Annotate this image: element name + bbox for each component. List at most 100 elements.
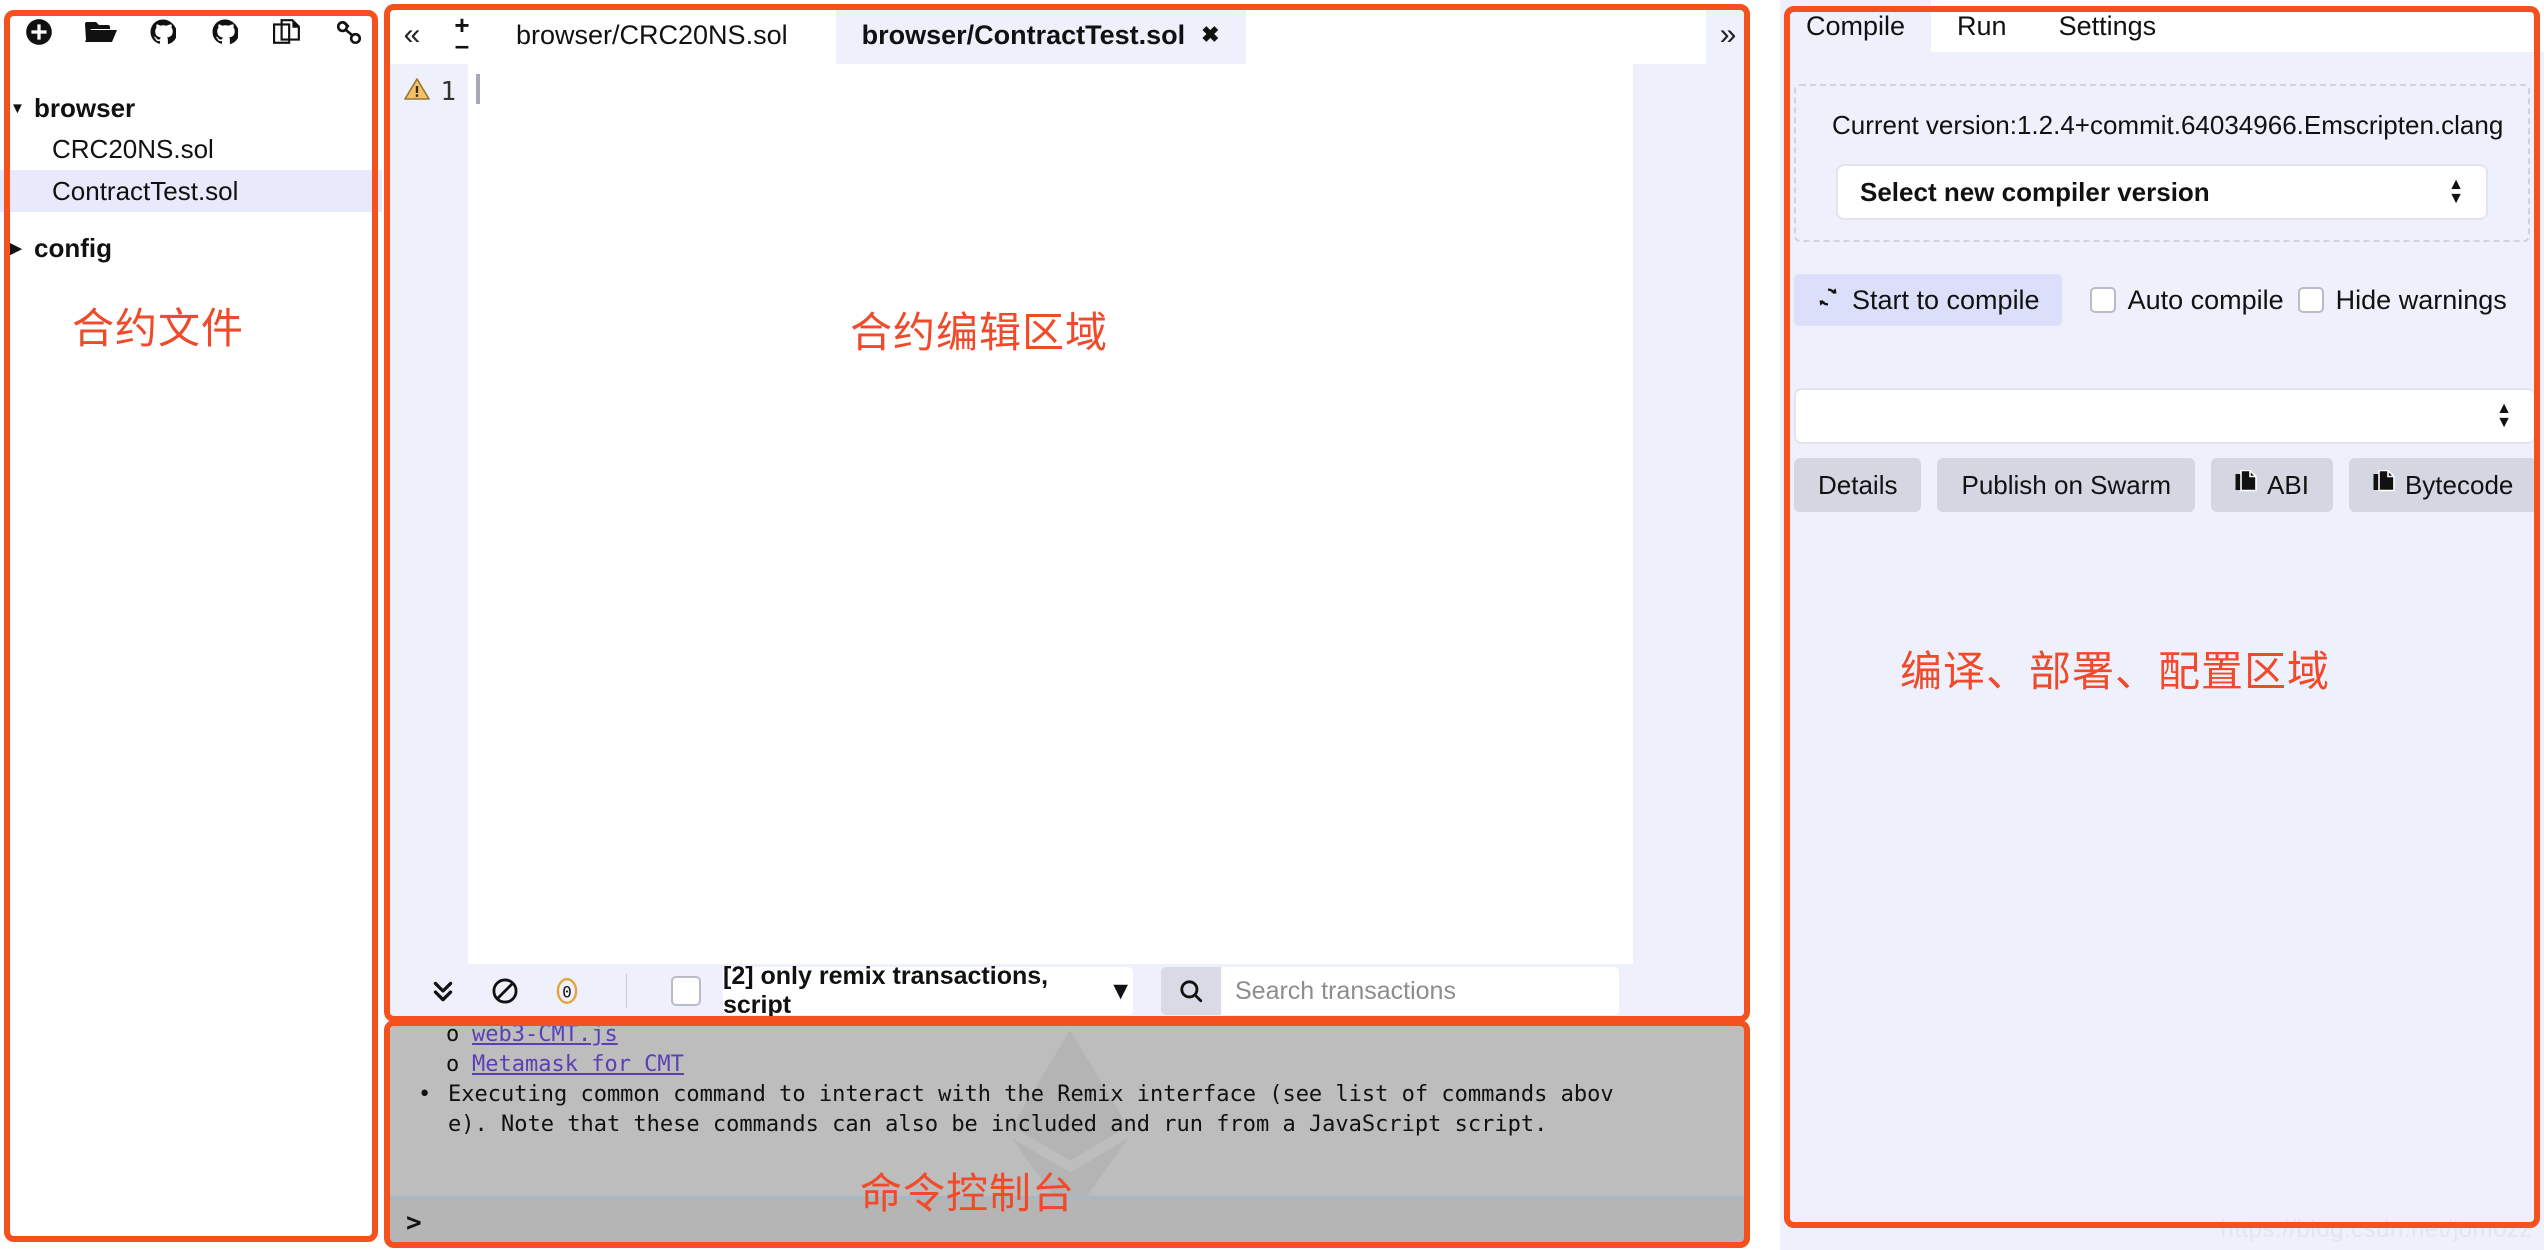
svg-text:0: 0 [562, 982, 572, 1001]
auto-compile-checkbox[interactable] [2089, 287, 2116, 313]
tab-gap [813, 6, 836, 64]
details-button-label: Details [1818, 469, 1898, 500]
gutter-line-1[interactable]: 1 [390, 74, 468, 110]
editor-tab-crc20ns[interactable]: browser/CRC20NS.sol [490, 6, 814, 64]
refresh-icon [1816, 285, 1840, 316]
hide-warnings-label: Hide warnings [2335, 284, 2507, 315]
transactions-filter-select[interactable]: [2] only remix transactions, script ▼ [723, 962, 1133, 1018]
search-icon[interactable] [1161, 967, 1221, 1015]
terminal-line-4: e). Note that these commands can also be… [408, 1110, 1732, 1140]
transactions-search [1161, 967, 1619, 1015]
spinner-arrows-icon: ▲ ▼ [2448, 176, 2464, 207]
file-explorer-toolbar [0, 8, 382, 56]
annotation-file-area: 合约文件 [72, 304, 245, 353]
terminal-line-3: • Executing common command to interact wi… [408, 1080, 1732, 1110]
warning-icon[interactable] [404, 77, 431, 108]
editor-gutter: 1 [390, 64, 468, 964]
list-marker: • [418, 1082, 432, 1107]
auto-compile-label: Auto compile [2127, 284, 2284, 315]
compile-panel: Compile Run Settings Current version:1.2… [1780, 0, 2544, 1250]
code-editor[interactable]: 1 合约编辑区域 [390, 64, 1750, 964]
toolbar-divider [626, 974, 627, 1008]
chevron-down-icon: ▼ [10, 99, 25, 117]
tree-node-browser-label: browser [34, 92, 136, 123]
hide-warnings-checkbox[interactable] [2297, 287, 2324, 313]
clear-console-icon[interactable] [474, 968, 536, 1014]
transactions-toolbar: 0 [2] only remix transactions, script ▼ [390, 962, 1750, 1018]
editor-right-pad [1633, 64, 1750, 964]
copy-icon [2373, 469, 2395, 501]
list-marker: o [446, 1024, 460, 1047]
font-size-controls[interactable]: + – [434, 6, 490, 64]
gutter-line-number: 1 [440, 77, 456, 107]
bytecode-button-label: Bytecode [2404, 469, 2514, 500]
auto-compile-toggle[interactable]: Auto compile [2089, 284, 2284, 316]
spinner-arrows-icon: ▲ ▼ [2496, 400, 2512, 431]
right-panel-tabbar: Compile Run Settings [1780, 0, 2544, 52]
list-marker: o [446, 1052, 460, 1077]
tree-node-browser[interactable]: ▼ browser [0, 88, 382, 128]
transactions-filter-checkbox[interactable] [671, 976, 701, 1006]
terminal-link-web3[interactable]: web3-CMT.js [472, 1024, 618, 1047]
tree-file-crc20ns[interactable]: CRC20NS.sol [0, 128, 382, 170]
publish-on-swarm-label: Publish on Swarm [1961, 469, 2172, 500]
editor-tab-contracttest-label: browser/ContractTest.sol [861, 19, 1186, 50]
current-version-label: Current version:1.2.4+commit.64034966.Em… [1832, 110, 2504, 140]
code-surface[interactable] [468, 64, 1633, 964]
terminal-link-metamask[interactable]: Metamask for CMT [472, 1052, 684, 1077]
search-input[interactable] [1221, 967, 1619, 1015]
tree-file-contracttest-label: ContractTest.sol [52, 175, 239, 206]
chevron-down-icon: ▼ [1108, 976, 1133, 1005]
tabbar-spacer [1245, 6, 1706, 64]
file-explorer-panel: ▼ browser CRC20NS.sol ContractTest.sol ▶… [0, 0, 382, 1250]
compile-output-buttons: Details Publish on Swarm ABI Bytecode [1794, 456, 2538, 514]
abi-button[interactable]: ABI [2211, 458, 2333, 512]
more-tabs-icon[interactable]: » [1706, 6, 1750, 64]
tab-compile[interactable]: Compile [1780, 0, 1932, 52]
annotation-compile-area: 编译、部署、配置区域 [1900, 647, 2331, 696]
github-publish-icon[interactable] [132, 10, 194, 54]
publish-on-swarm-button[interactable]: Publish on Swarm [1937, 458, 2196, 512]
open-folder-icon[interactable] [70, 10, 132, 54]
terminal-line-1: o Metamask for CMT [408, 1050, 1732, 1080]
contract-select[interactable]: ▲ ▼ [1794, 388, 2536, 444]
bytecode-button[interactable]: Bytecode [2348, 458, 2538, 512]
tree-file-contracttest[interactable]: ContractTest.sol [0, 170, 382, 212]
compiler-version-select[interactable]: Select new compiler version ▲ ▼ [1836, 164, 2488, 220]
file-tree: ▼ browser CRC20NS.sol ContractTest.sol ▶… [0, 88, 382, 268]
terminal-panel[interactable]: o web3-CMT.js o Metamask for CMT • Executin… [390, 1024, 1750, 1246]
compiler-version-select-label: Select new compiler version [1860, 176, 2210, 207]
github-gist-icon[interactable] [194, 10, 256, 54]
collapse-all-icon[interactable] [412, 968, 474, 1014]
text-caret [476, 74, 480, 104]
tab-run-label: Run [1957, 10, 2007, 41]
terminal-line-4-text: e). Note that these commands can also be… [448, 1112, 1548, 1137]
terminal-line-3-text: Executing common command to interact wit… [448, 1082, 1614, 1107]
connect-localhost-icon[interactable] [318, 10, 380, 54]
start-compile-label: Start to compile [1852, 284, 2040, 315]
transactions-filter-label: [2] only remix transactions, script [723, 962, 1049, 1018]
compiler-version-card: Current version:1.2.4+commit.64034966.Em… [1794, 84, 2530, 242]
tab-run[interactable]: Run [1931, 0, 2033, 52]
editor-tab-crc20ns-label: browser/CRC20NS.sol [516, 19, 788, 50]
font-decrease-icon[interactable]: – [455, 32, 469, 58]
editor-tab-contracttest[interactable]: browser/ContractTest.sol ✖ [835, 6, 1246, 64]
editor-panel: « + – browser/CRC20NS.sol browser/Contra… [390, 6, 1750, 1018]
details-button[interactable]: Details [1794, 458, 1922, 512]
tab-settings[interactable]: Settings [2033, 0, 2183, 52]
editor-tabbar: « + – browser/CRC20NS.sol browser/Contra… [390, 6, 1750, 64]
copy-files-icon[interactable] [256, 10, 318, 54]
terminal-line-0: o web3-CMT.js [408, 1024, 1732, 1050]
collapse-panel-icon[interactable]: « [390, 6, 434, 64]
close-icon[interactable]: ✖ [1201, 22, 1219, 48]
create-file-icon[interactable] [8, 10, 70, 54]
hide-warnings-toggle[interactable]: Hide warnings [2297, 284, 2507, 316]
watermark: https://blog.csdn.net/jomozz [2220, 1216, 2532, 1243]
tree-node-config[interactable]: ▶ config [0, 228, 382, 268]
tab-settings-label: Settings [2058, 10, 2157, 41]
abi-button-label: ABI [2267, 469, 2309, 500]
tab-compile-label: Compile [1806, 10, 1906, 41]
start-compile-button[interactable]: Start to compile [1794, 274, 2062, 326]
copy-icon [2235, 469, 2257, 501]
pending-count-icon[interactable]: 0 [536, 968, 598, 1014]
